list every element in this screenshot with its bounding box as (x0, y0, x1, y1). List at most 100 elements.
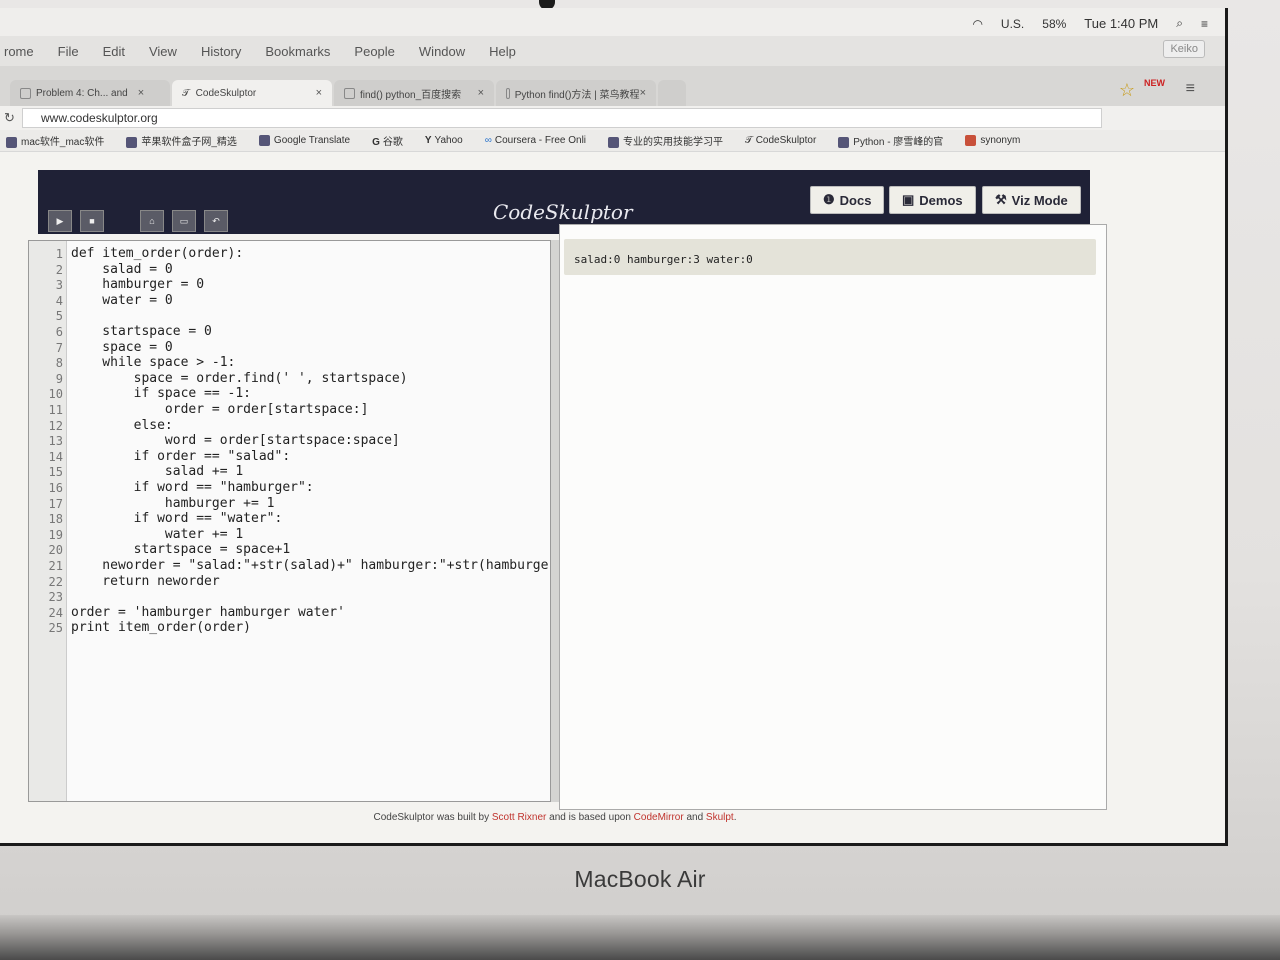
code-line[interactable]: if space == -1: (71, 386, 251, 401)
bookmark-item[interactable]: Y Yahoo (425, 135, 463, 146)
line-number: 17 (48, 496, 63, 511)
code-line[interactable]: startspace = space+1 (71, 542, 291, 557)
bookmark-item[interactable]: G 谷歌 (372, 133, 403, 148)
menu-app[interactable]: rome (4, 44, 34, 59)
tab-baidu[interactable]: find() python_百度搜索 × (334, 80, 494, 106)
new-tab-button[interactable] (658, 80, 686, 106)
code-line[interactable]: hamburger = 0 (71, 277, 204, 292)
menu-window[interactable]: Window (419, 44, 465, 59)
code-line[interactable]: order = order[startspace:] (71, 402, 369, 417)
reload-icon[interactable]: ↻ (4, 110, 15, 126)
code-line[interactable]: return neworder (71, 574, 219, 589)
tab-problem[interactable]: Problem 4: Ch... and × (10, 80, 170, 106)
google-icon: G (372, 137, 380, 148)
footer-text: and (686, 812, 704, 823)
line-number: 14 (48, 449, 63, 464)
docs-button[interactable]: ❶ Docs (810, 186, 885, 214)
code-line[interactable]: else: (71, 418, 173, 433)
bookmark-item[interactable]: Google Translate (258, 134, 350, 146)
run-button[interactable]: ▶ (48, 210, 72, 232)
bookmark-item[interactable]: Python - 廖雪峰的官 (838, 133, 943, 148)
menu-bookmarks[interactable]: Bookmarks (265, 44, 330, 59)
reset-button[interactable]: ↶ (204, 210, 228, 232)
menu-file[interactable]: File (58, 44, 79, 59)
bookmark-item[interactable]: 苹果软件盒子网_精选 (126, 133, 237, 148)
menu-help[interactable]: Help (489, 44, 516, 59)
code-line[interactable]: def item_order(order): (71, 246, 243, 261)
skulpt-link[interactable]: Skulpt (706, 812, 734, 823)
menu-view[interactable]: View (149, 44, 177, 59)
code-line[interactable]: water += 1 (71, 527, 243, 542)
bookmark-favicon-icon (965, 134, 977, 146)
bookmark-item[interactable]: ∞ Coursera - Free Onli (485, 135, 586, 146)
bookmark-item[interactable]: mac软件_mac软件 (6, 133, 104, 148)
author-link[interactable]: Scott Rixner (492, 812, 546, 823)
code-line[interactable]: neworder = "salad:"+str(salad)+" hamburg… (71, 558, 556, 573)
open-button[interactable]: ▭ (172, 210, 196, 232)
codemirror-link[interactable]: CodeMirror (634, 812, 684, 823)
bookmark-item[interactable]: 专业的实用技能学习平 (608, 133, 723, 148)
laptop-bezel: ◠ U.S. 58% Tue 1:40 PM ⌕ ≡ rome File Edi… (0, 0, 1280, 960)
code-line[interactable]: hamburger += 1 (71, 496, 275, 511)
line-number: 7 (55, 340, 63, 355)
code-line[interactable]: space = 0 (71, 340, 172, 355)
code-line[interactable]: if order == "salad": (71, 449, 291, 464)
save-button[interactable]: ■ (80, 210, 104, 232)
wifi-icon[interactable]: ◠ (972, 17, 982, 31)
bookmark-label: mac软件_mac软件 (21, 137, 105, 148)
profile-button[interactable]: Keiko (1163, 40, 1205, 58)
brand-label: MacBook Air (574, 866, 706, 892)
viz-mode-button[interactable]: ⚒ Viz Mode (982, 186, 1081, 214)
close-icon[interactable]: × (640, 87, 646, 99)
screen: ◠ U.S. 58% Tue 1:40 PM ⌕ ≡ rome File Edi… (0, 8, 1228, 846)
code-line[interactable]: space = order.find(' ', startspace) (71, 371, 408, 386)
code-line[interactable]: if word == "hamburger": (71, 480, 314, 495)
battery-indicator[interactable]: 58% (1042, 17, 1066, 31)
demos-label: Demos (919, 192, 963, 208)
code-line[interactable]: if word == "water": (71, 511, 283, 526)
bookmark-item[interactable]: synonym (965, 134, 1021, 147)
code-line[interactable]: while space > -1: (71, 355, 235, 370)
extension-new-icon[interactable]: NEW (1144, 78, 1165, 88)
menu-edit[interactable]: Edit (103, 44, 125, 59)
codeskulptor-favicon-icon: 𝒯 (182, 87, 190, 99)
input-source[interactable]: U.S. (1001, 17, 1024, 31)
viz-label: Viz Mode (1011, 192, 1068, 208)
coursera-icon: ∞ (484, 135, 492, 146)
bookmark-item[interactable]: 𝒯 CodeSkulptor (745, 135, 816, 146)
code-line[interactable]: salad += 1 (71, 464, 243, 479)
code-line[interactable]: word = order[startspace:space] (71, 433, 400, 448)
line-number: 18 (48, 512, 63, 527)
code-line[interactable]: print item_order(order) (71, 620, 251, 635)
code-line[interactable]: startspace = 0 (71, 324, 212, 339)
tab-strip: Problem 4: Ch... and × 𝒯 CodeSkulptor × … (0, 66, 1225, 106)
tab-favicon-icon (344, 87, 355, 99)
bookmark-label: CodeSkulptor (755, 135, 817, 146)
close-icon[interactable]: × (316, 87, 322, 99)
bookmark-label: synonym (980, 135, 1021, 147)
tab-runoob[interactable]: Python find()方法 | 菜鸟教程 × (496, 80, 656, 106)
clock[interactable]: Tue 1:40 PM (1084, 16, 1158, 31)
notification-icon[interactable]: ≡ (1201, 17, 1208, 31)
browser-menu-icon[interactable]: ≡ (1186, 80, 1195, 98)
line-number: 8 (55, 356, 63, 371)
close-icon[interactable]: × (478, 87, 484, 99)
code-editor[interactable]: 1 2 3 4 5 6 7 8 9 10 11 12 13 14 15 16 17 18 19 20 21 22 23 24 2… (28, 240, 556, 802)
tab-label: find() python_百度搜索 (360, 89, 462, 101)
tab-label: Problem 4: Ch... and (36, 87, 128, 99)
tab-codeskulptor[interactable]: 𝒯 CodeSkulptor × (172, 80, 332, 106)
download-button[interactable]: ⌂ (140, 210, 164, 232)
code-line[interactable]: order = 'hamburger hamburger water' (71, 605, 345, 620)
code-line[interactable]: salad = 0 (71, 262, 172, 277)
output-panel: salad:0 hamburger:3 water:0 (559, 224, 1107, 810)
menu-history[interactable]: History (201, 44, 241, 59)
menu-people[interactable]: People (354, 44, 394, 59)
address-input[interactable]: www.codeskulptor.org (22, 108, 1102, 128)
demos-button[interactable]: ▣ Demos (889, 186, 976, 214)
spotlight-icon[interactable]: ⌕ (1176, 16, 1183, 31)
code-line[interactable]: water = 0 (71, 293, 172, 308)
line-number-gutter: 1 2 3 4 5 6 7 8 9 10 11 12 13 14 15 16 17 18 19 20 21 22 23 24 2… (29, 241, 67, 801)
close-icon[interactable]: × (138, 87, 144, 99)
bookmark-star-icon[interactable]: ☆ (1119, 80, 1135, 101)
tab-favicon-icon (20, 87, 31, 99)
